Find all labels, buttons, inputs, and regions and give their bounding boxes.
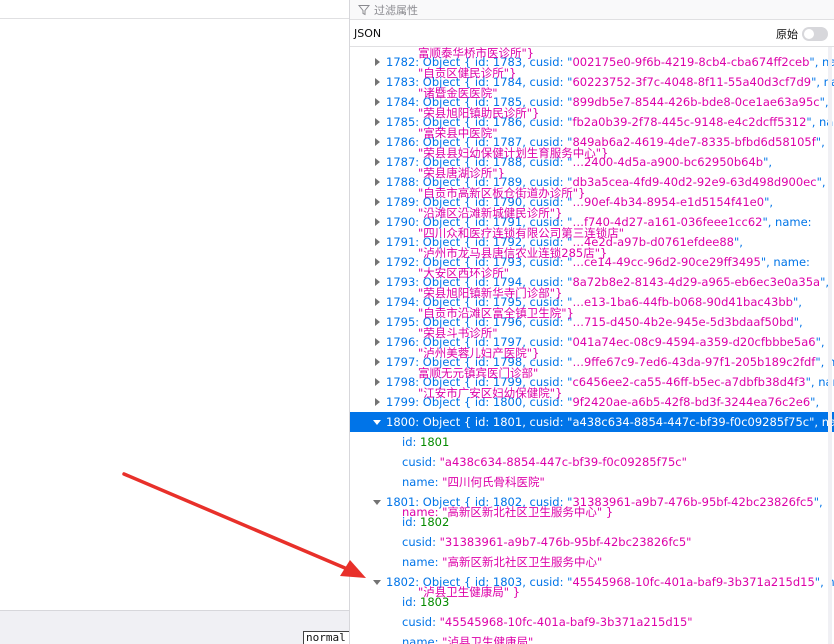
json-viewer-pane: 过滤属性 JSON 原始 1782: Object { id: 1783, cu… xyxy=(350,0,834,644)
tree-row[interactable]: 1798: Object { id: 1799, cusid: "c6456ee… xyxy=(350,372,834,392)
expand-arrow-closed-icon[interactable] xyxy=(372,192,382,212)
tree-row[interactable]: 1787: Object { id: 1788, cusid: "…2400-4… xyxy=(350,152,834,172)
expand-arrow-closed-icon[interactable] xyxy=(372,92,382,112)
tree-row-summary: 1786: Object { id: 1787, cusid: "849ab6a… xyxy=(386,135,825,149)
tree-row[interactable]: 1795: Object { id: 1796, cusid: "…715-d4… xyxy=(350,312,834,332)
tree-row-summary: 1802: Object { id: 1803, cusid: "4554596… xyxy=(386,575,834,589)
tree-row[interactable]: 1783: Object { id: 1784, cusid: "6022375… xyxy=(350,72,834,92)
tree-row[interactable]: 1801: Object { id: 1802, cusid: "3138396… xyxy=(350,492,834,512)
status-text: normal xyxy=(303,631,349,644)
expand-arrow-closed-icon[interactable] xyxy=(372,52,382,72)
expand-arrow-closed-icon[interactable] xyxy=(372,212,382,232)
tree-row[interactable]: 1791: Object { id: 1792, cusid: "…4e2d-a… xyxy=(350,232,834,252)
tree-row-summary: 1801: Object { id: 1802, cusid: "3138396… xyxy=(386,495,823,509)
expand-arrow-closed-icon[interactable] xyxy=(372,372,382,392)
tree-row-summary: 1800: Object { id: 1801, cusid: "a438c63… xyxy=(386,415,834,429)
tree-row-summary: 1797: Object { id: 1798, cusid: "…9ffe67… xyxy=(386,355,834,369)
expand-arrow-closed-icon[interactable] xyxy=(372,132,382,152)
expand-arrow-closed-icon[interactable] xyxy=(372,392,382,412)
page-content-pane xyxy=(0,0,349,644)
raw-toggle-switch[interactable] xyxy=(802,27,828,41)
tree-row-summary: 1788: Object { id: 1789, cusid: "db3a5ce… xyxy=(386,175,826,189)
tree-row[interactable]: 1784: Object { id: 1785, cusid: "899db5e… xyxy=(350,92,834,112)
tree-prop-name[interactable]: name: "四川何氏骨科医院" xyxy=(402,472,545,492)
expand-arrow-closed-icon[interactable] xyxy=(372,272,382,292)
tree-row-summary: 1794: Object { id: 1795, cusid: "…e13-1b… xyxy=(386,295,802,309)
raw-toggle-group[interactable]: 原始 xyxy=(776,26,828,42)
expand-arrow-closed-icon[interactable] xyxy=(372,312,382,332)
tree-row[interactable]: 1786: Object { id: 1787, cusid: "849ab6a… xyxy=(350,132,834,152)
tab-json[interactable]: JSON xyxy=(354,24,381,43)
tree-row-summary: 1799: Object { id: 1800, cusid: "9f2420a… xyxy=(386,395,820,409)
tree-row[interactable]: 1802: Object { id: 1803, cusid: "4554596… xyxy=(350,572,834,592)
tree-row-selected[interactable]: 1800: Object { id: 1801, cusid: "a438c63… xyxy=(350,412,834,432)
filter-input[interactable]: 过滤属性 xyxy=(374,2,418,18)
left-toolbar xyxy=(0,0,349,19)
json-tree: 1782: Object { id: 1783, cusid: "002175e… xyxy=(350,47,834,644)
tree-row-summary: 1798: Object { id: 1799, cusid: "c6456ee… xyxy=(386,375,834,389)
tree-prop-cusid[interactable]: cusid: "a438c634-8854-447c-bf39-f0c09285… xyxy=(402,452,687,472)
expand-arrow-closed-icon[interactable] xyxy=(372,252,382,272)
expand-arrow-closed-icon[interactable] xyxy=(372,112,382,132)
tree-row-summary: 1792: Object { id: 1793, cusid: "…ce14-4… xyxy=(386,255,810,269)
tree-row-summary: 1785: Object { id: 1786, cusid: "fb2a0b3… xyxy=(386,115,834,129)
tree-row-summary: 1782: Object { id: 1783, cusid: "002175e… xyxy=(386,55,834,69)
tree-row[interactable]: 1793: Object { id: 1794, cusid: "8a72b8e… xyxy=(350,272,834,292)
tree-row[interactable]: 1788: Object { id: 1789, cusid: "db3a5ce… xyxy=(350,172,834,192)
scrollbar[interactable] xyxy=(826,47,834,644)
tree-row[interactable]: 1790: Object { id: 1791, cusid: "…f740-4… xyxy=(350,212,834,232)
tree-prop-name[interactable]: name: "泸县卫生健康局" xyxy=(402,632,533,644)
tree-prop-name[interactable]: name: "高新区新北社区卫生服务中心" xyxy=(402,552,602,572)
expand-arrow-open-icon[interactable] xyxy=(372,492,382,512)
tree-row-summary: 1793: Object { id: 1794, cusid: "8a72b8e… xyxy=(386,275,830,289)
tree-row[interactable]: 1797: Object { id: 1798, cusid: "…9ffe67… xyxy=(350,352,834,372)
tree-prop-id[interactable]: id: 1801 xyxy=(402,432,449,452)
expand-arrow-closed-icon[interactable] xyxy=(372,232,382,252)
filter-icon xyxy=(358,4,370,15)
filter-bar[interactable]: 过滤属性 xyxy=(350,0,834,20)
tree-row-summary: 1787: Object { id: 1788, cusid: "…2400-4… xyxy=(386,155,773,169)
tree-row-summary: 1795: Object { id: 1796, cusid: "…715-d4… xyxy=(386,315,803,329)
tree-row-summary: 1796: Object { id: 1797, cusid: "041a74e… xyxy=(386,335,825,349)
tree-prop-id[interactable]: id: 1803 xyxy=(402,592,449,612)
raw-toggle-label: 原始 xyxy=(776,28,798,41)
expand-arrow-closed-icon[interactable] xyxy=(372,152,382,172)
expand-arrow-closed-icon[interactable] xyxy=(372,292,382,312)
tree-row[interactable]: 1796: Object { id: 1797, cusid: "041a74e… xyxy=(350,332,834,352)
expand-arrow-open-icon[interactable] xyxy=(372,412,382,432)
tree-prop-cusid[interactable]: cusid: "45545968-10fc-401a-baf9-3b371a21… xyxy=(402,612,693,632)
tree-row-summary: 1783: Object { id: 1784, cusid: "6022375… xyxy=(386,75,834,89)
tree-row[interactable]: 1782: Object { id: 1783, cusid: "002175e… xyxy=(350,52,834,72)
tree-row-summary: 1784: Object { id: 1785, cusid: "899db5e… xyxy=(386,95,829,109)
tree-row[interactable]: 1785: Object { id: 1786, cusid: "fb2a0b3… xyxy=(350,112,834,132)
tree-prop-cusid[interactable]: cusid: "31383961-a9b7-476b-95bf-42bc2382… xyxy=(402,532,691,552)
tree-row-summary: 1791: Object { id: 1792, cusid: "…4e2d-a… xyxy=(386,235,743,249)
expand-arrow-closed-icon[interactable] xyxy=(372,352,382,372)
tree-row[interactable]: 1799: Object { id: 1800, cusid: "9f2420a… xyxy=(350,392,834,412)
left-bottom-panel xyxy=(0,610,349,644)
tree-prop-id[interactable]: id: 1802 xyxy=(402,512,449,532)
tree-row[interactable]: 1789: Object { id: 1790, cusid: "…90ef-4… xyxy=(350,192,834,212)
expand-arrow-closed-icon[interactable] xyxy=(372,172,382,192)
expand-arrow-closed-icon[interactable] xyxy=(372,332,382,352)
tree-row[interactable]: 1794: Object { id: 1795, cusid: "…e13-1b… xyxy=(350,292,834,312)
tree-row-summary: 1789: Object { id: 1790, cusid: "…90ef-4… xyxy=(386,195,774,209)
expand-arrow-closed-icon[interactable] xyxy=(372,72,382,92)
json-toolbar: JSON 原始 xyxy=(350,20,834,47)
tree-row[interactable]: 1792: Object { id: 1793, cusid: "…ce14-4… xyxy=(350,252,834,272)
expand-arrow-open-icon[interactable] xyxy=(372,572,382,592)
tree-row-summary: 1790: Object { id: 1791, cusid: "…f740-4… xyxy=(386,215,812,229)
